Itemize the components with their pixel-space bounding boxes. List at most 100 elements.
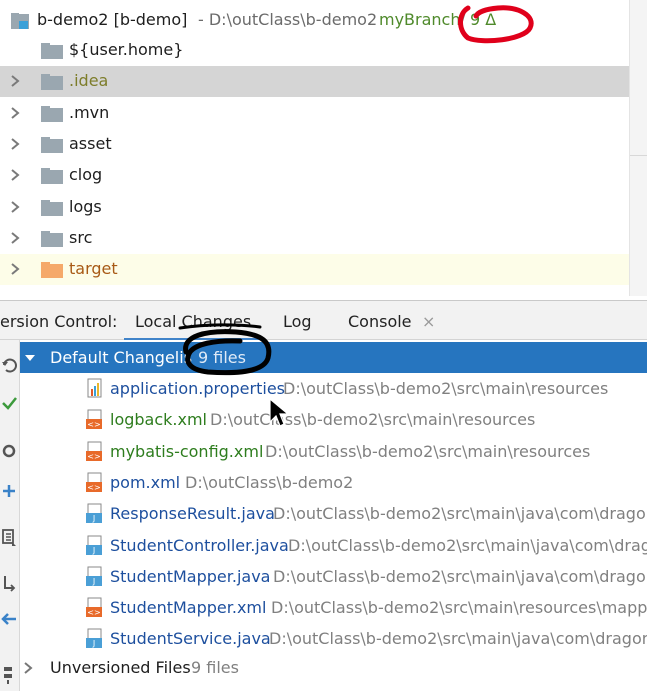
changed-file-row[interactable]: application.properties D:\outClass\b-demo… <box>20 374 647 405</box>
tree-item-label: ${user.home} <box>69 40 184 59</box>
move-changes-icon[interactable] <box>0 608 18 630</box>
tree-item-asset[interactable]: asset <box>0 129 629 160</box>
chevron-down-icon[interactable] <box>24 352 36 364</box>
tree-item-user-home[interactable]: ${user.home} <box>0 35 629 66</box>
changed-file-name: StudentMapper.xml <box>110 598 267 618</box>
changed-file-path: D:\outClass\b-demo2 <box>185 472 354 492</box>
properties-file-icon <box>87 378 102 398</box>
changed-file-path: D:\outClass\b-demo2\src\main\resources <box>265 441 591 461</box>
changed-file-path: D:\outClass\b-demo2\src\main\java\com\dr… <box>269 629 647 649</box>
tree-item-target[interactable]: target <box>0 254 629 286</box>
svg-text:<>: <> <box>87 608 100 617</box>
branch-separator: / <box>460 10 466 29</box>
tree-item-clog[interactable]: clog <box>0 160 629 191</box>
java-file-icon: J <box>86 628 102 649</box>
folder-icon <box>41 43 63 59</box>
local-changes-tree: Default Changelis 9 files application.pr… <box>20 340 647 691</box>
project-tree-panel: b-demo2 [b-demo] - D:\outClass\b-demo2 m… <box>0 0 647 296</box>
changed-file-path: D:\outClass\b-demo2\src\main\java\com\dr… <box>273 566 647 586</box>
unversioned-file-count: 9 files <box>191 658 239 677</box>
chevron-right-icon[interactable] <box>8 74 22 88</box>
chevron-right-icon[interactable] <box>8 137 22 151</box>
project-scrollbar[interactable] <box>629 0 647 296</box>
changes-count-badge: 9 Δ <box>470 10 497 29</box>
unversioned-files-row[interactable]: Unversioned Files 9 files <box>20 653 647 684</box>
svg-text:J: J <box>92 546 95 555</box>
chevron-right-icon[interactable] <box>8 168 22 182</box>
xml-file-icon: <> <box>86 472 102 492</box>
close-tab-icon[interactable]: × <box>422 312 435 331</box>
changed-file-name: pom.xml <box>110 472 181 492</box>
tab-local-changes[interactable]: Local Changes <box>123 301 263 341</box>
svg-text:J: J <box>92 639 95 648</box>
folder-icon <box>41 105 63 122</box>
changed-file-row[interactable]: <> pom.xml D:\outClass\b-demo2 <box>20 468 647 499</box>
add-changelist-icon[interactable] <box>0 480 18 502</box>
changed-file-row[interactable]: J StudentService.java D:\outClass\b-demo2\… <box>20 624 647 655</box>
project-root-name: b-demo2 [b-demo] <box>37 10 188 29</box>
xml-file-icon: <> <box>86 441 102 461</box>
tree-item-label: asset <box>69 133 112 153</box>
chevron-right-icon[interactable] <box>8 231 22 245</box>
java-file-icon: J <box>86 566 102 586</box>
folder-icon <box>41 199 63 216</box>
xml-file-icon: <> <box>86 409 102 430</box>
changed-file-name: ResponseResult.java <box>110 504 275 524</box>
version-control-tab-bar: ersion Control: Local Changes Log Consol… <box>0 300 647 341</box>
folder-icon <box>41 230 63 247</box>
changed-file-path: D:\outClass\b-demo2\src\main\java\com\dr… <box>273 504 647 524</box>
svg-text:J: J <box>92 514 95 523</box>
changed-file-row[interactable]: <> logback.xml D:\outClass\b-demo2\src\mai… <box>20 405 647 436</box>
git-branch-name: myBranch <box>379 10 461 29</box>
tab-console[interactable]: Console <box>348 301 412 341</box>
tree-item-logs[interactable]: logs <box>0 192 629 223</box>
shelve-icon[interactable] <box>0 526 18 548</box>
tree-item-idea[interactable]: .idea <box>0 66 629 98</box>
changed-file-row[interactable]: <> mybatis-config.xml D:\outClass\b-demo2\… <box>20 437 647 468</box>
tree-item-label: src <box>69 227 93 247</box>
tree-item-label: .idea <box>69 71 109 91</box>
folder-icon <box>41 168 63 185</box>
tree-item-label: target <box>69 259 118 279</box>
changed-file-row[interactable]: J ResponseResult.java D:\outClass\b-demo2\… <box>20 499 647 530</box>
chevron-right-icon[interactable] <box>8 262 22 276</box>
vcs-side-toolbar <box>0 340 20 691</box>
changed-file-path: D:\outClass\b-demo2\src\main\resources <box>210 410 536 430</box>
changed-file-name: StudentService.java <box>110 629 271 649</box>
changed-file-row[interactable]: <> StudentMapper.xml D:\outClass\b-demo2\s… <box>20 593 647 624</box>
changed-file-name: StudentController.java <box>110 535 289 555</box>
changed-file-row[interactable]: J StudentMapper.java D:\outClass\b-demo2\s… <box>20 562 647 593</box>
svg-text:<>: <> <box>87 483 100 492</box>
commit-check-icon[interactable] <box>0 392 18 414</box>
project-root-path: - D:\outClass\b-demo2 <box>198 10 378 29</box>
changelist-file-count: 9 files <box>198 348 246 367</box>
svg-text:<>: <> <box>87 420 100 429</box>
changed-file-name: mybatis-config.xml <box>110 441 264 461</box>
changed-file-row[interactable]: J StudentController.java D:\outClass\b-dem… <box>20 531 647 562</box>
changelist-name: Default Changelis <box>50 348 193 367</box>
tab-log[interactable]: Log <box>283 301 312 341</box>
changed-file-name: StudentMapper.java <box>110 566 271 586</box>
group-by-icon[interactable] <box>0 664 18 686</box>
folder-icon <box>41 262 63 279</box>
svg-text:<>: <> <box>87 452 100 461</box>
tree-item-label: clog <box>69 165 103 185</box>
tree-item-mvn[interactable]: .mvn <box>0 98 629 129</box>
rollback-icon[interactable] <box>0 440 18 462</box>
chevron-right-icon[interactable] <box>22 661 34 675</box>
default-changelist-row[interactable]: Default Changelis 9 files <box>20 342 647 373</box>
folder-icon <box>41 74 63 91</box>
changed-file-path: D:\outClass\b-demo2\src\main\resources <box>283 379 609 398</box>
refresh-icon[interactable] <box>0 354 18 376</box>
tree-item-label: logs <box>69 196 102 216</box>
changed-file-name: application.properties <box>110 379 285 398</box>
chevron-right-icon[interactable] <box>8 106 22 120</box>
tree-item-src[interactable]: src <box>0 223 629 254</box>
tree-item-label: .mvn <box>69 102 110 122</box>
changed-file-name: logback.xml <box>110 410 207 430</box>
chevron-right-icon[interactable] <box>8 200 22 214</box>
java-file-icon: J <box>86 535 102 555</box>
changed-file-path: D:\outClass\b-demo2\src\main\java\com\dr… <box>288 535 647 555</box>
update-icon[interactable] <box>0 572 18 594</box>
java-file-icon: J <box>86 503 102 524</box>
